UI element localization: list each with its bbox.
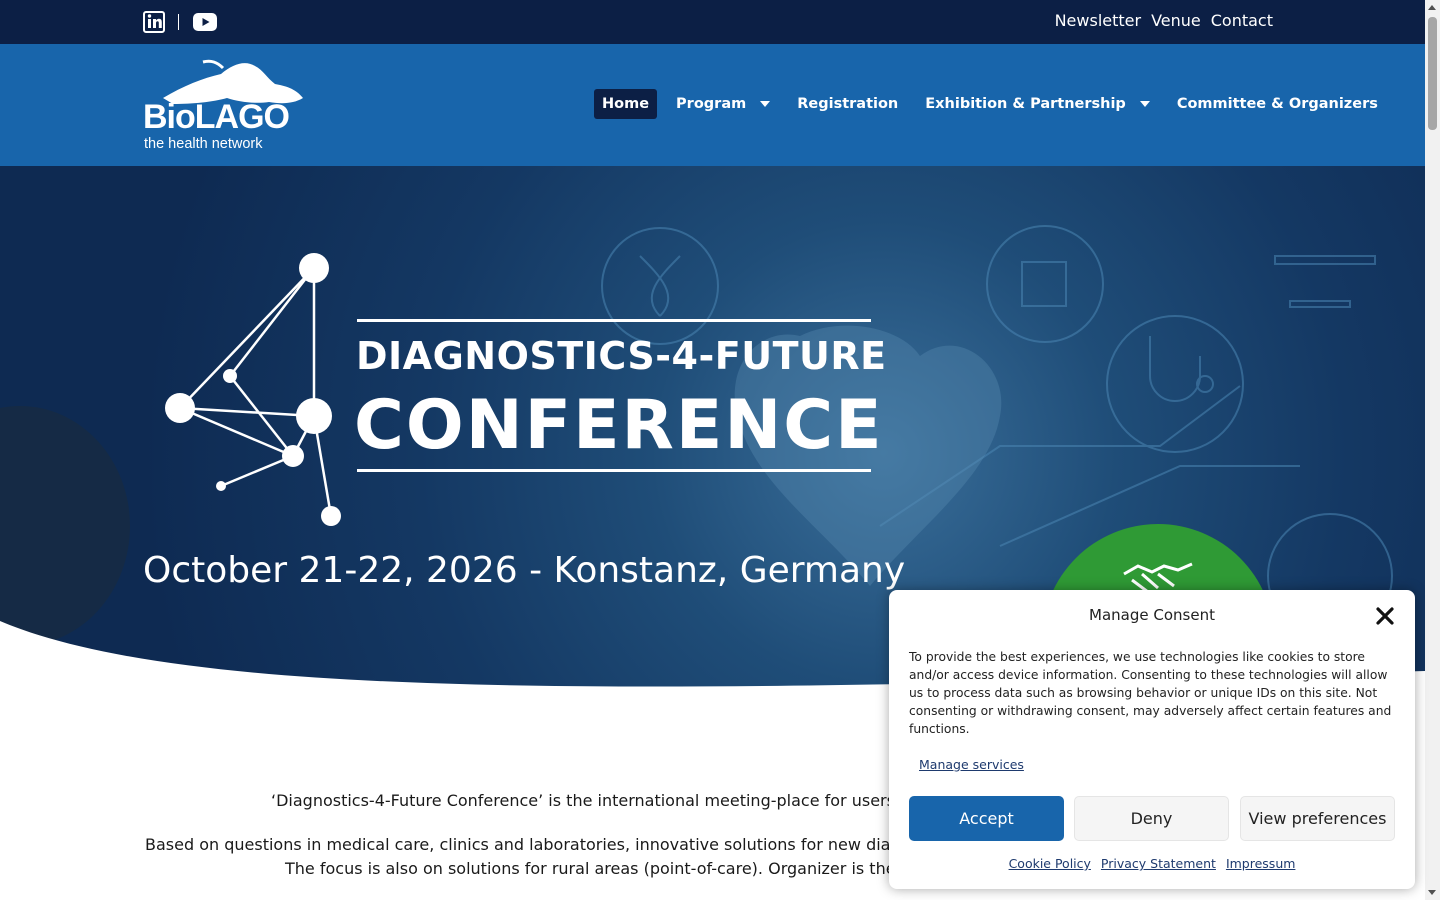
social-divider: [178, 14, 179, 30]
view-preferences-button[interactable]: View preferences: [1240, 796, 1395, 841]
consent-title: Manage Consent: [1089, 606, 1215, 624]
nav-label: Home: [602, 96, 650, 112]
nav-label: Registration: [797, 96, 899, 112]
caret-down-icon: [760, 101, 771, 107]
main-header: BioLAGO the health network Home Program …: [0, 44, 1425, 166]
nav-item-home[interactable]: Home: [594, 89, 658, 119]
title-rule-bottom: [357, 469, 871, 472]
social-links: [143, 10, 217, 34]
logo-wordmark: BioLAGO: [143, 98, 290, 136]
impressum-link[interactable]: Impressum: [1226, 856, 1295, 871]
caret-down-icon: [1139, 101, 1150, 107]
intro-paragraph-2-line2: The focus is also on solutions for rural…: [285, 859, 938, 878]
nav-item-program[interactable]: Program: [668, 89, 778, 119]
top-bar: Newsletter Venue Contact: [0, 0, 1425, 44]
consent-dialog: Manage Consent To provide the best exper…: [889, 590, 1415, 889]
logo-tagline: the health network: [144, 136, 263, 152]
nav-label: Committee & Organizers: [1176, 96, 1378, 112]
nav-item-registration[interactable]: Registration: [789, 89, 906, 119]
intro-paragraph-1: ‘Diagnostics-4-Future Conference’ is the…: [271, 791, 946, 810]
scroll-thumb[interactable]: [1428, 17, 1437, 130]
nav-label: Exhibition & Partnership: [925, 96, 1126, 112]
venue-link[interactable]: Venue: [1151, 11, 1201, 30]
deny-button[interactable]: Deny: [1074, 796, 1229, 841]
consent-message: To provide the best experiences, we use …: [909, 650, 1392, 736]
intro-paragraph-2-line1: Based on questions in medical care, clin…: [145, 835, 957, 854]
scroll-up-icon[interactable]: [1428, 5, 1436, 10]
manage-services-link[interactable]: Manage services: [919, 757, 1024, 772]
linkedin-icon[interactable]: [143, 10, 165, 34]
hero-title-line1: DIAGNOSTICS-4-FUTURE: [356, 334, 887, 378]
newsletter-link[interactable]: Newsletter: [1055, 11, 1142, 30]
page-scrollbar[interactable]: [1425, 0, 1440, 900]
main-nav: Home Program Registration Exhibition & P…: [594, 89, 1397, 119]
contact-link[interactable]: Contact: [1211, 11, 1273, 30]
consent-footer-links: Cookie Policy Privacy Statement Impressu…: [889, 856, 1415, 871]
title-rule-top: [357, 319, 871, 322]
nav-item-exhibition[interactable]: Exhibition & Partnership: [917, 89, 1158, 119]
cookie-policy-link[interactable]: Cookie Policy: [1009, 856, 1091, 871]
nav-item-committee[interactable]: Committee & Organizers: [1169, 89, 1386, 119]
accept-button[interactable]: Accept: [909, 796, 1064, 841]
privacy-statement-link[interactable]: Privacy Statement: [1101, 856, 1216, 871]
top-links: Newsletter Venue Contact: [1055, 11, 1273, 30]
close-icon[interactable]: [1376, 607, 1394, 625]
nav-label: Program: [676, 96, 747, 112]
biolago-logo[interactable]: BioLAGO the health network: [143, 58, 308, 154]
youtube-icon[interactable]: [193, 13, 217, 31]
hero-date-location: October 21-22, 2026 - Konstanz, Germany: [143, 550, 906, 591]
hero-title-line2: CONFERENCE: [354, 386, 884, 465]
scroll-down-icon[interactable]: [1428, 890, 1436, 895]
